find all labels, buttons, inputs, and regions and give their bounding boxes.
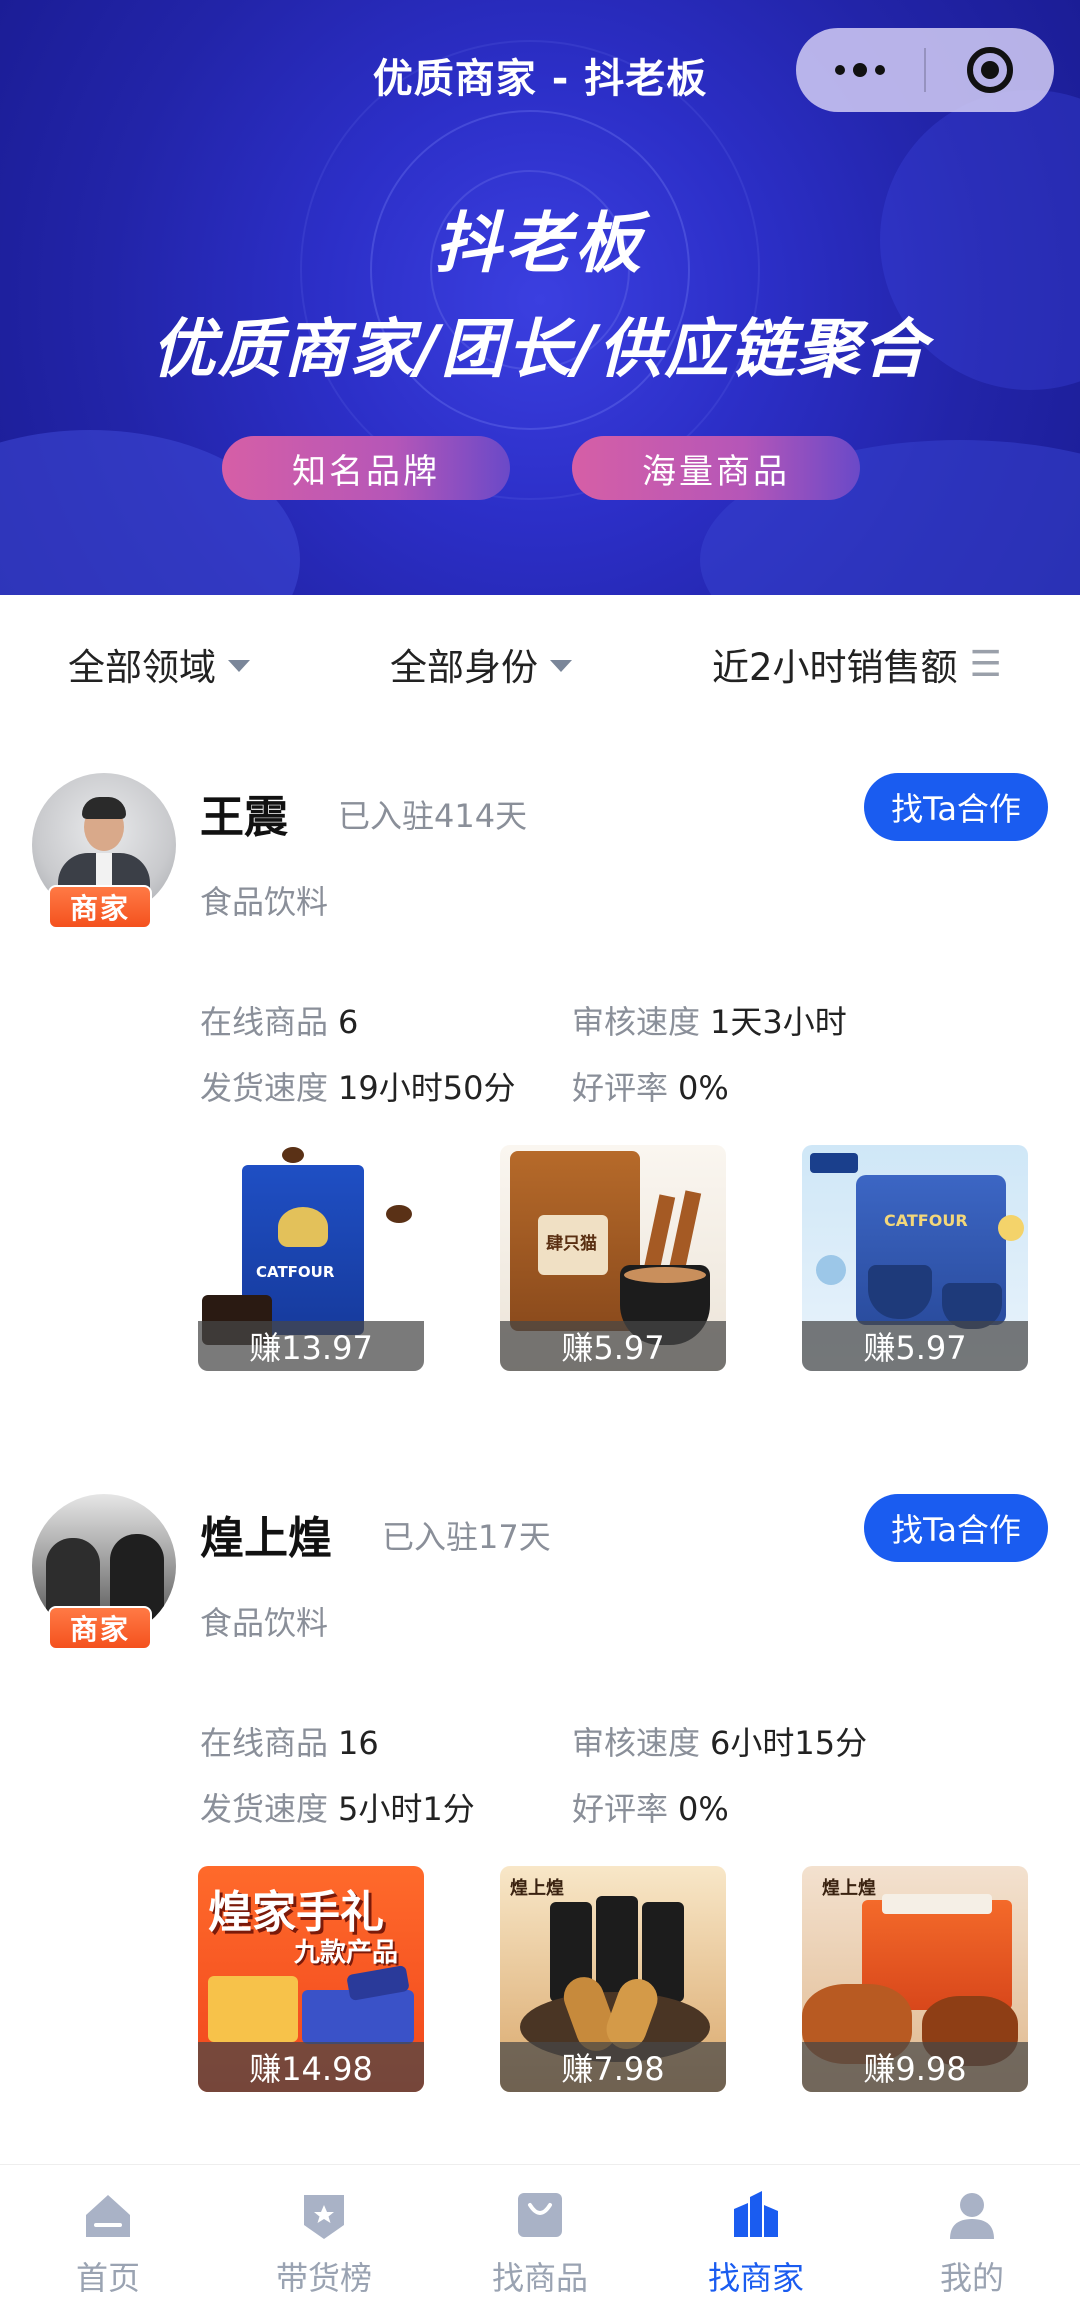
domain-filter-dropdown[interactable]: 全部领域 — [68, 637, 250, 691]
target-close-icon — [967, 47, 1013, 93]
identity-filter-label: 全部身份 — [390, 646, 538, 689]
miniapp-capsule — [796, 28, 1054, 112]
product-brand-text: 煌上煌 — [510, 1878, 564, 1899]
banner-pill-products: 海量商品 — [572, 436, 860, 500]
tab-label: 找商家 — [707, 2259, 804, 2297]
identity-filter-dropdown[interactable]: 全部身份 — [390, 637, 572, 691]
product-art-title: 煌家手礼 — [208, 1887, 384, 1938]
more-dots-icon — [853, 63, 867, 77]
stat-rating: 好评率 0% — [572, 1069, 729, 1107]
stat-online-products: 在线商品 16 — [200, 1724, 379, 1762]
user-profile-icon — [950, 2193, 994, 2239]
close-miniapp-button[interactable] — [926, 28, 1054, 112]
more-dots-icon — [835, 65, 845, 75]
more-menu-button[interactable] — [796, 28, 924, 112]
tab-label: 带货榜 — [275, 2259, 372, 2297]
tab-label: 找商品 — [491, 2259, 588, 2297]
merchant-name: 煌上煌 — [200, 1513, 332, 1564]
merchant-card[interactable]: 商家 王震 已入驻414天 找Ta合作 食品饮料 在线商品 6 审核速度 1天3小时… — [0, 773, 1080, 1473]
product-earn-label: 赚14.98 — [198, 2042, 424, 2092]
stat-review-speed: 审核速度 1天3小时 — [572, 1003, 847, 1041]
product-brand-text: CATFOUR — [256, 1263, 335, 1281]
tab-label: 首页 — [75, 2259, 140, 2297]
product-brand-text: 肆只猫 — [546, 1234, 597, 1254]
tab-ranking[interactable]: 带货榜 — [216, 2165, 432, 2309]
product-brand-text: 煌上煌 — [822, 1878, 876, 1899]
product-thumbnail[interactable]: CATFOUR 赚5.97 — [802, 1145, 1028, 1371]
tab-profile[interactable]: 我的 — [864, 2165, 1080, 2309]
stat-online-products: 在线商品 6 — [200, 1003, 359, 1041]
caret-down-icon — [550, 660, 572, 672]
tab-home[interactable]: 首页 — [0, 2165, 216, 2309]
product-art-subtitle: 九款产品 — [294, 1938, 399, 1968]
merchant-type-badge: 商家 — [48, 885, 152, 929]
merchant-card[interactable]: 商家 煌上煌 已入驻17天 找Ta合作 食品饮料 在线商品 16 审核速度 6小时1… — [0, 1494, 1080, 2194]
product-thumbnail[interactable]: 肆只猫 赚5.97 — [500, 1145, 726, 1371]
stat-ship-speed: 发货速度 19小时50分 — [200, 1069, 516, 1107]
banner-pill-brands: 知名品牌 — [222, 436, 510, 500]
product-earn-label: 赚7.98 — [500, 2042, 726, 2092]
banner-title: 抖老板 — [435, 205, 645, 282]
caret-down-icon — [228, 660, 250, 672]
sort-icon: ☰ — [969, 643, 1002, 685]
product-thumbnail[interactable]: 煌家手礼 九款产品 赚14.98 — [198, 1866, 424, 2092]
store-buildings-icon — [734, 2191, 778, 2237]
merchant-category: 食品饮料 — [200, 883, 329, 921]
merchant-category: 食品饮料 — [200, 1604, 329, 1642]
tab-label: 我的 — [939, 2259, 1004, 2297]
ranking-badge-icon — [304, 2195, 344, 2239]
hero-banner[interactable]: 优质商家 - 抖老板 抖老板 优质商家/团长/供应链聚合 知名品牌 海量商品 — [0, 0, 1080, 595]
product-earn-label: 赚5.97 — [802, 1321, 1028, 1371]
product-thumbnail[interactable]: 煌上煌 赚9.98 — [802, 1866, 1028, 2092]
banner-subtitle: 优质商家/团长/供应链聚合 — [151, 313, 929, 387]
shopping-bag-icon — [518, 2193, 562, 2237]
joined-days: 已入驻414天 — [338, 797, 528, 835]
cooperate-button[interactable]: 找Ta合作 — [864, 773, 1048, 841]
tab-find-products[interactable]: 找商品 — [432, 2165, 648, 2309]
product-brand-text: CATFOUR — [884, 1211, 968, 1230]
merchant-type-badge: 商家 — [48, 1606, 152, 1650]
stat-ship-speed: 发货速度 5小时1分 — [200, 1790, 475, 1828]
sort-filter[interactable]: 近2小时销售额 ☰ — [712, 637, 1014, 691]
home-icon — [86, 2195, 130, 2237]
more-dots-icon — [875, 65, 885, 75]
product-thumbnail[interactable]: CATFOUR 赚13.97 — [198, 1145, 424, 1371]
cooperate-button[interactable]: 找Ta合作 — [864, 1494, 1048, 1562]
sort-filter-label: 近2小时销售额 — [712, 646, 958, 689]
stat-rating: 好评率 0% — [572, 1790, 729, 1828]
merchant-avatar-wrap[interactable]: 商家 — [32, 1494, 178, 1654]
domain-filter-label: 全部领域 — [68, 646, 216, 689]
bottom-tab-bar: 首页 带货榜 找商品 找商家 我的 — [0, 2164, 1080, 2309]
tab-find-merchants[interactable]: 找商家 — [648, 2165, 864, 2309]
product-thumbnail[interactable]: 煌上煌 赚7.98 — [500, 1866, 726, 2092]
product-earn-label: 赚13.97 — [198, 1321, 424, 1371]
joined-days: 已入驻17天 — [382, 1518, 551, 1556]
product-earn-label: 赚9.98 — [802, 2042, 1028, 2092]
product-earn-label: 赚5.97 — [500, 1321, 726, 1371]
merchant-name: 王震 — [200, 792, 288, 843]
filter-bar: 全部领域 全部身份 近2小时销售额 ☰ — [0, 595, 1080, 735]
stat-review-speed: 审核速度 6小时15分 — [572, 1724, 868, 1762]
merchant-avatar-wrap[interactable]: 商家 — [32, 773, 178, 933]
